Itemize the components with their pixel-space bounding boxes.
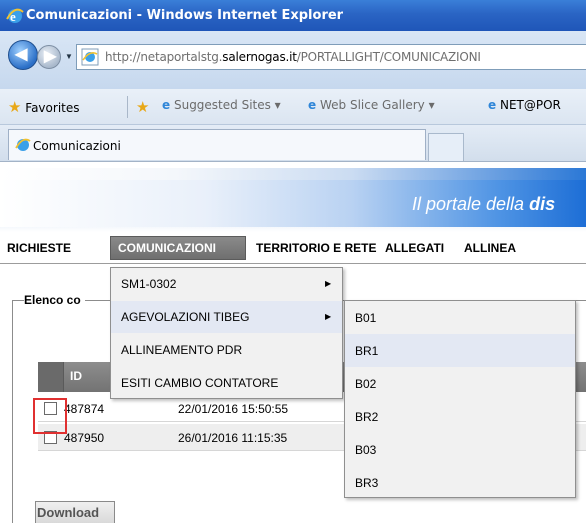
nav-comunicazioni[interactable]: COMUNICAZIONI xyxy=(118,241,216,255)
nav-allineamento[interactable]: ALLINEA xyxy=(464,241,516,255)
highlight-annotation-box xyxy=(33,398,67,434)
submenu-arrow-icon: ▶ xyxy=(325,279,332,288)
tab-label: Comunicazioni xyxy=(33,139,121,153)
window-title: Comunicazioni - Windows Internet Explore… xyxy=(26,8,344,23)
back-button[interactable]: ◀ xyxy=(8,40,38,70)
submenu-item-label: B01 xyxy=(355,311,377,325)
ie-page-icon: e xyxy=(308,98,317,112)
submenu-item-br2[interactable]: BR2 xyxy=(345,400,575,433)
forward-button[interactable]: ▶ xyxy=(37,45,61,69)
star-icon: ★ xyxy=(8,98,22,116)
submenu-item-label: B02 xyxy=(355,377,377,391)
window-titlebar: e Comunicazioni - Windows Internet Explo… xyxy=(0,0,586,31)
submenu-item-label: BR2 xyxy=(355,410,379,424)
page-icon xyxy=(81,48,99,66)
column-header-id[interactable]: ID xyxy=(70,369,82,383)
comunicazioni-dropdown-menu: SM1-0302 ▶ AGEVOLAZIONI TIBEG ▶ ALLINEAM… xyxy=(110,267,343,399)
download-button[interactable]: Download xyxy=(35,501,115,523)
nav-allegati[interactable]: ALLEGATI xyxy=(385,241,444,255)
url-text: http://netaportalstg.salernogas.it/PORTA… xyxy=(105,50,481,64)
menu-item-agevolazioni-tibeg[interactable]: AGEVOLAZIONI TIBEG ▶ xyxy=(111,301,342,333)
row-date: 22/01/2016 15:50:55 xyxy=(178,402,289,416)
web-slice-gallery-label: Web Slice Gallery ▾ xyxy=(319,98,435,112)
add-favorite-icon[interactable]: ★ xyxy=(136,98,149,116)
row-date: 26/01/2016 11:15:35 xyxy=(178,431,288,445)
suggested-sites-link[interactable]: e Suggested Sites ▾ xyxy=(162,98,281,112)
row-id: 487874 xyxy=(64,402,105,416)
netapor-label: NET@POR xyxy=(499,98,561,112)
menu-item-label: SM1-0302 xyxy=(121,277,177,291)
banner-tagline: Il portale della dis xyxy=(412,194,556,214)
ie-page-icon: e xyxy=(488,98,497,112)
agevolazioni-submenu: B01 BR1 B02 BR2 B03 BR3 xyxy=(344,300,576,498)
tab-comunicazioni[interactable]: Comunicazioni xyxy=(8,129,426,160)
row-id: 487950 xyxy=(64,431,105,445)
favorites-button[interactable]: ★ Favorites xyxy=(8,98,80,116)
new-tab-button[interactable] xyxy=(428,133,464,161)
menu-item-label: AGEVOLAZIONI TIBEG xyxy=(121,310,250,324)
nav-richieste[interactable]: RICHIESTE xyxy=(7,241,71,255)
arrow-right-icon: ▶ xyxy=(44,48,57,65)
web-slice-gallery-link[interactable]: e Web Slice Gallery ▾ xyxy=(308,98,435,112)
menu-item-label: ESITI CAMBIO CONTATORE xyxy=(121,376,279,390)
ie-page-icon: e xyxy=(162,98,171,112)
submenu-item-b02[interactable]: B02 xyxy=(345,367,575,400)
arrow-left-icon: ◀ xyxy=(15,46,28,63)
menu-item-sm1-0302[interactable]: SM1-0302 ▶ xyxy=(111,268,342,300)
history-dropdown-icon[interactable]: ▼ xyxy=(65,52,73,61)
suggested-sites-label: Suggested Sites ▾ xyxy=(173,98,281,112)
submenu-item-label: B03 xyxy=(355,443,377,457)
submenu-item-label: BR1 xyxy=(355,344,379,358)
menu-item-allineamento-pdr[interactable]: ALLINEAMENTO PDR xyxy=(111,334,342,366)
address-field[interactable]: http://netaportalstg.salernogas.it/PORTA… xyxy=(76,44,586,70)
submenu-item-b01[interactable]: B01 xyxy=(345,301,575,334)
section-legend: Elenco co xyxy=(24,293,85,307)
favorites-label: Favorites xyxy=(25,101,80,115)
submenu-arrow-icon: ▶ xyxy=(325,312,332,321)
ie-logo-icon xyxy=(15,138,31,151)
divider xyxy=(127,96,128,118)
nav-territorio-e-rete[interactable]: TERRITORIO E RETE xyxy=(256,241,376,255)
netapor-link[interactable]: e NET@POR xyxy=(488,98,561,112)
ie-logo-icon: e xyxy=(6,8,24,24)
submenu-item-b03[interactable]: B03 xyxy=(345,433,575,466)
menu-item-esiti-cambio-contatore[interactable]: ESITI CAMBIO CONTATORE xyxy=(111,367,342,399)
submenu-item-br1[interactable]: BR1 xyxy=(345,334,575,367)
fieldset-border xyxy=(12,300,13,523)
select-column-header xyxy=(38,362,64,392)
submenu-item-label: BR3 xyxy=(355,476,379,490)
submenu-item-br3[interactable]: BR3 xyxy=(345,466,575,499)
menu-item-label: ALLINEAMENTO PDR xyxy=(121,343,243,357)
